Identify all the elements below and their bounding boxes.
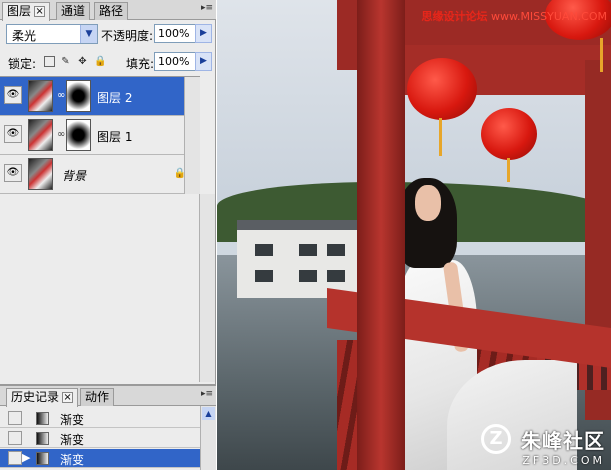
tab-actions[interactable]: 动作 (80, 388, 115, 406)
layer-name: 图层 2 (97, 91, 133, 105)
layer-row-1[interactable]: 👁 ∞ 图层 1 (0, 116, 200, 155)
history-item[interactable]: 渐变 (0, 429, 200, 448)
layer-mask-thumbnail[interactable] (66, 119, 91, 151)
layer-name: 背景 (62, 169, 87, 183)
pavilion-pillar-left (357, 0, 405, 470)
chevron-down-icon[interactable]: ▼ (80, 25, 97, 43)
watermark-logo: Z (481, 424, 511, 454)
link-icon[interactable]: ∞ (57, 90, 65, 101)
link-icon[interactable]: ∞ (57, 129, 65, 140)
opacity-input[interactable]: 100% (154, 24, 198, 43)
history-item-label: 渐变 (60, 413, 85, 427)
eye-icon[interactable]: 👁 (4, 86, 22, 104)
move-icon[interactable]: ✥ (77, 56, 88, 67)
history-scrollbar[interactable]: ▲ (200, 406, 216, 470)
watermark-top-url: www.MISSYUAN.COM (490, 10, 607, 23)
window (255, 270, 273, 282)
history-snapshot-checkbox[interactable] (8, 411, 22, 425)
face (415, 185, 441, 221)
fill-input[interactable]: 100% (154, 52, 198, 71)
lantern-tassel (439, 118, 442, 156)
layers-empty-area (0, 194, 200, 382)
tab-history[interactable]: 历史记录 × (6, 388, 79, 407)
lantern-tassel (600, 38, 603, 72)
window (327, 244, 345, 256)
red-lantern (407, 58, 477, 120)
layer-name: 图层 1 (97, 130, 133, 144)
history-item[interactable]: 渐变 (0, 409, 200, 428)
tab-paths[interactable]: 路径 (94, 2, 129, 20)
fill-slider-button[interactable]: ▶ (195, 52, 212, 71)
document-canvas[interactable]: 思缘设计论坛 www.MISSYUAN.COM Z 朱峰社区 ZF3D.COM (217, 0, 611, 470)
layers-list: 👁 ∞ 图层 2 👁 ∞ 图层 1 👁 背景 🔒 (0, 76, 200, 195)
watermark-top: 思缘设计论坛 www.MISSYUAN.COM (421, 8, 607, 24)
layer-thumbnail[interactable] (28, 119, 53, 151)
history-snapshot-checkbox[interactable] (8, 431, 22, 445)
layers-scrollbar-track[interactable] (199, 194, 215, 382)
panel-menu-icon[interactable]: ▸≡ (201, 389, 213, 401)
fill-label: 填充: (126, 57, 155, 71)
window (299, 270, 317, 282)
opacity-slider-button[interactable]: ▶ (195, 24, 212, 43)
scroll-up-icon[interactable]: ▲ (202, 407, 215, 420)
history-state-pointer-icon[interactable]: ▶ (22, 451, 30, 464)
brush-icon[interactable]: ✎ (60, 56, 71, 67)
watermark-bottom: 朱峰社区 ZF3D.COM (521, 425, 605, 467)
history-panel: 历史记录 × 动作 ▸≡ 渐变 渐变 ▶ 渐变 ▲ (0, 384, 216, 470)
tab-paths-label: 路径 (99, 4, 124, 18)
watermark-bottom-en: ZF3D.COM (522, 454, 605, 467)
red-lantern (481, 108, 537, 160)
history-snapshot-checkbox[interactable] (8, 451, 22, 465)
gradient-icon (36, 412, 49, 425)
lantern-tassel (507, 158, 510, 182)
history-tabbar: 历史记录 × 动作 ▸≡ (0, 386, 216, 407)
tab-history-label: 历史记录 (11, 390, 60, 404)
gradient-icon (36, 432, 49, 445)
blend-mode-value: 柔光 (12, 29, 37, 43)
gradient-icon (36, 452, 49, 465)
eye-icon[interactable]: 👁 (4, 164, 22, 182)
window (255, 244, 273, 256)
opacity-label: 不透明度: (101, 29, 154, 43)
layer-row-2[interactable]: 👁 ∞ 图层 2 (0, 77, 200, 116)
close-icon[interactable]: × (34, 6, 46, 17)
layers-panel: 图层 × 通道 路径 ▸≡ 柔光 ▼ 不透明度: 100% ▶ 锁定: ✎ ✥ 🔒… (0, 0, 216, 470)
lock-label: 锁定: (8, 57, 37, 71)
lock-icon[interactable]: 🔒 (94, 56, 106, 67)
window (299, 244, 317, 256)
watermark-bottom-cn: 朱峰社区 (521, 429, 605, 453)
tab-layers[interactable]: 图层 × (2, 2, 51, 21)
layer-thumbnail[interactable] (28, 158, 53, 190)
layer-thumbnail[interactable] (28, 80, 53, 112)
layer-mask-thumbnail[interactable] (66, 80, 91, 112)
window (327, 270, 345, 282)
panel-menu-icon[interactable]: ▸≡ (201, 3, 213, 15)
eye-icon[interactable]: 👁 (4, 125, 22, 143)
blend-mode-select[interactable]: 柔光 ▼ (6, 24, 98, 44)
layers-tabbar: 图层 × 通道 路径 ▸≡ (0, 0, 216, 21)
history-item-selected[interactable]: ▶ 渐变 (0, 449, 200, 468)
history-item-label: 渐变 (60, 453, 85, 467)
history-item-label: 渐变 (60, 433, 85, 447)
tab-layers-label: 图层 (7, 4, 32, 18)
house (237, 220, 361, 298)
layers-scrollbar[interactable] (184, 77, 200, 195)
watermark-top-cn: 思缘设计论坛 (421, 10, 488, 23)
tab-channels[interactable]: 通道 (56, 2, 91, 20)
layer-row-background[interactable]: 👁 背景 🔒 (0, 155, 200, 194)
tab-channels-label: 通道 (61, 4, 86, 18)
lock-transparency-icon[interactable] (44, 56, 55, 67)
tab-actions-label: 动作 (85, 390, 110, 404)
close-icon[interactable]: × (62, 392, 74, 403)
